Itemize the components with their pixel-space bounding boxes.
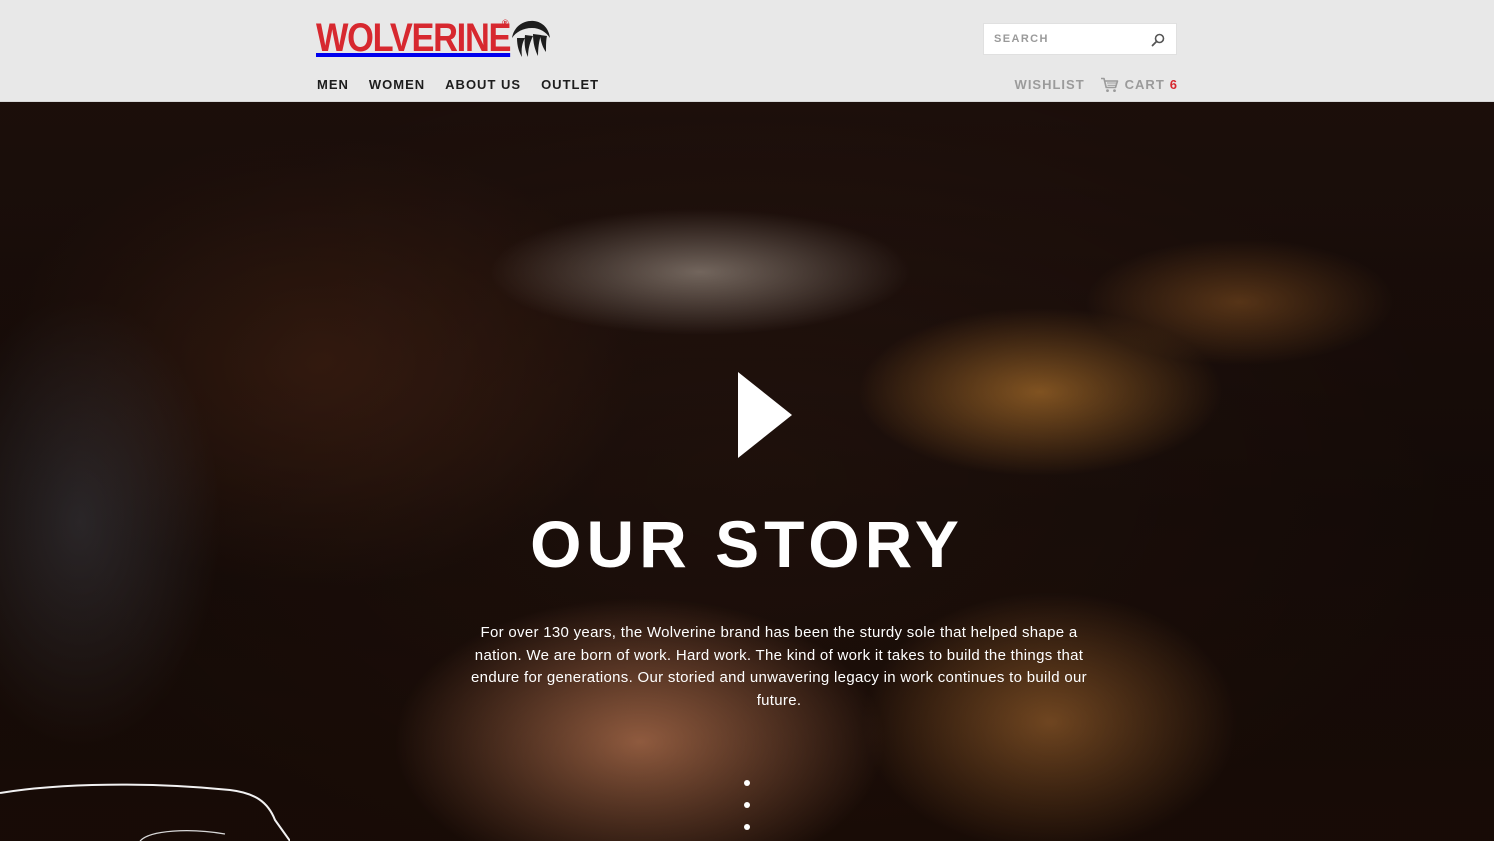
search-input[interactable] [984, 24, 1134, 54]
nav-item-men[interactable]: MEN [317, 76, 349, 94]
cart-link[interactable]: CART 6 [1100, 76, 1177, 94]
nav-item-women[interactable]: WOMEN [369, 76, 425, 94]
slide-dot[interactable] [744, 802, 750, 808]
hero-background-image [0, 102, 1494, 841]
slide-dot[interactable] [744, 780, 750, 786]
wishlist-link[interactable]: WISHLIST [1015, 76, 1085, 94]
cart-label: CART [1124, 77, 1165, 92]
hero-description: For over 130 years, the Wolverine brand … [471, 624, 1087, 709]
slide-dot[interactable] [744, 824, 750, 830]
play-video-icon[interactable] [737, 372, 793, 458]
cart-count-badge: 6 [1169, 77, 1177, 92]
utility-nav: WISHLIST CART 6 [1015, 76, 1177, 94]
brand-wordmark: WOLVERINE [316, 16, 511, 60]
slide-indicators [744, 780, 750, 830]
nav-item-about-us[interactable]: ABOUT US [445, 76, 521, 94]
search-icon[interactable] [1150, 32, 1166, 48]
shopping-cart-icon [1100, 77, 1118, 92]
hero-banner: OUR STORY For over 130 years, the Wolver… [0, 102, 1494, 841]
main-nav: MEN WOMEN ABOUT US OUTLET [317, 76, 599, 94]
hero-title: OUR STORY [530, 507, 964, 581]
brand-logo[interactable]: WOLVERINE ® [316, 16, 550, 60]
site-header: WOLVERINE ® MEN WOMEN ABOUT US OUTLET WI… [0, 0, 1494, 102]
claw-mark-icon [512, 20, 550, 57]
search-box [983, 23, 1177, 55]
nav-item-outlet[interactable]: OUTLET [541, 76, 599, 94]
sketch-line-decoration [0, 783, 290, 841]
